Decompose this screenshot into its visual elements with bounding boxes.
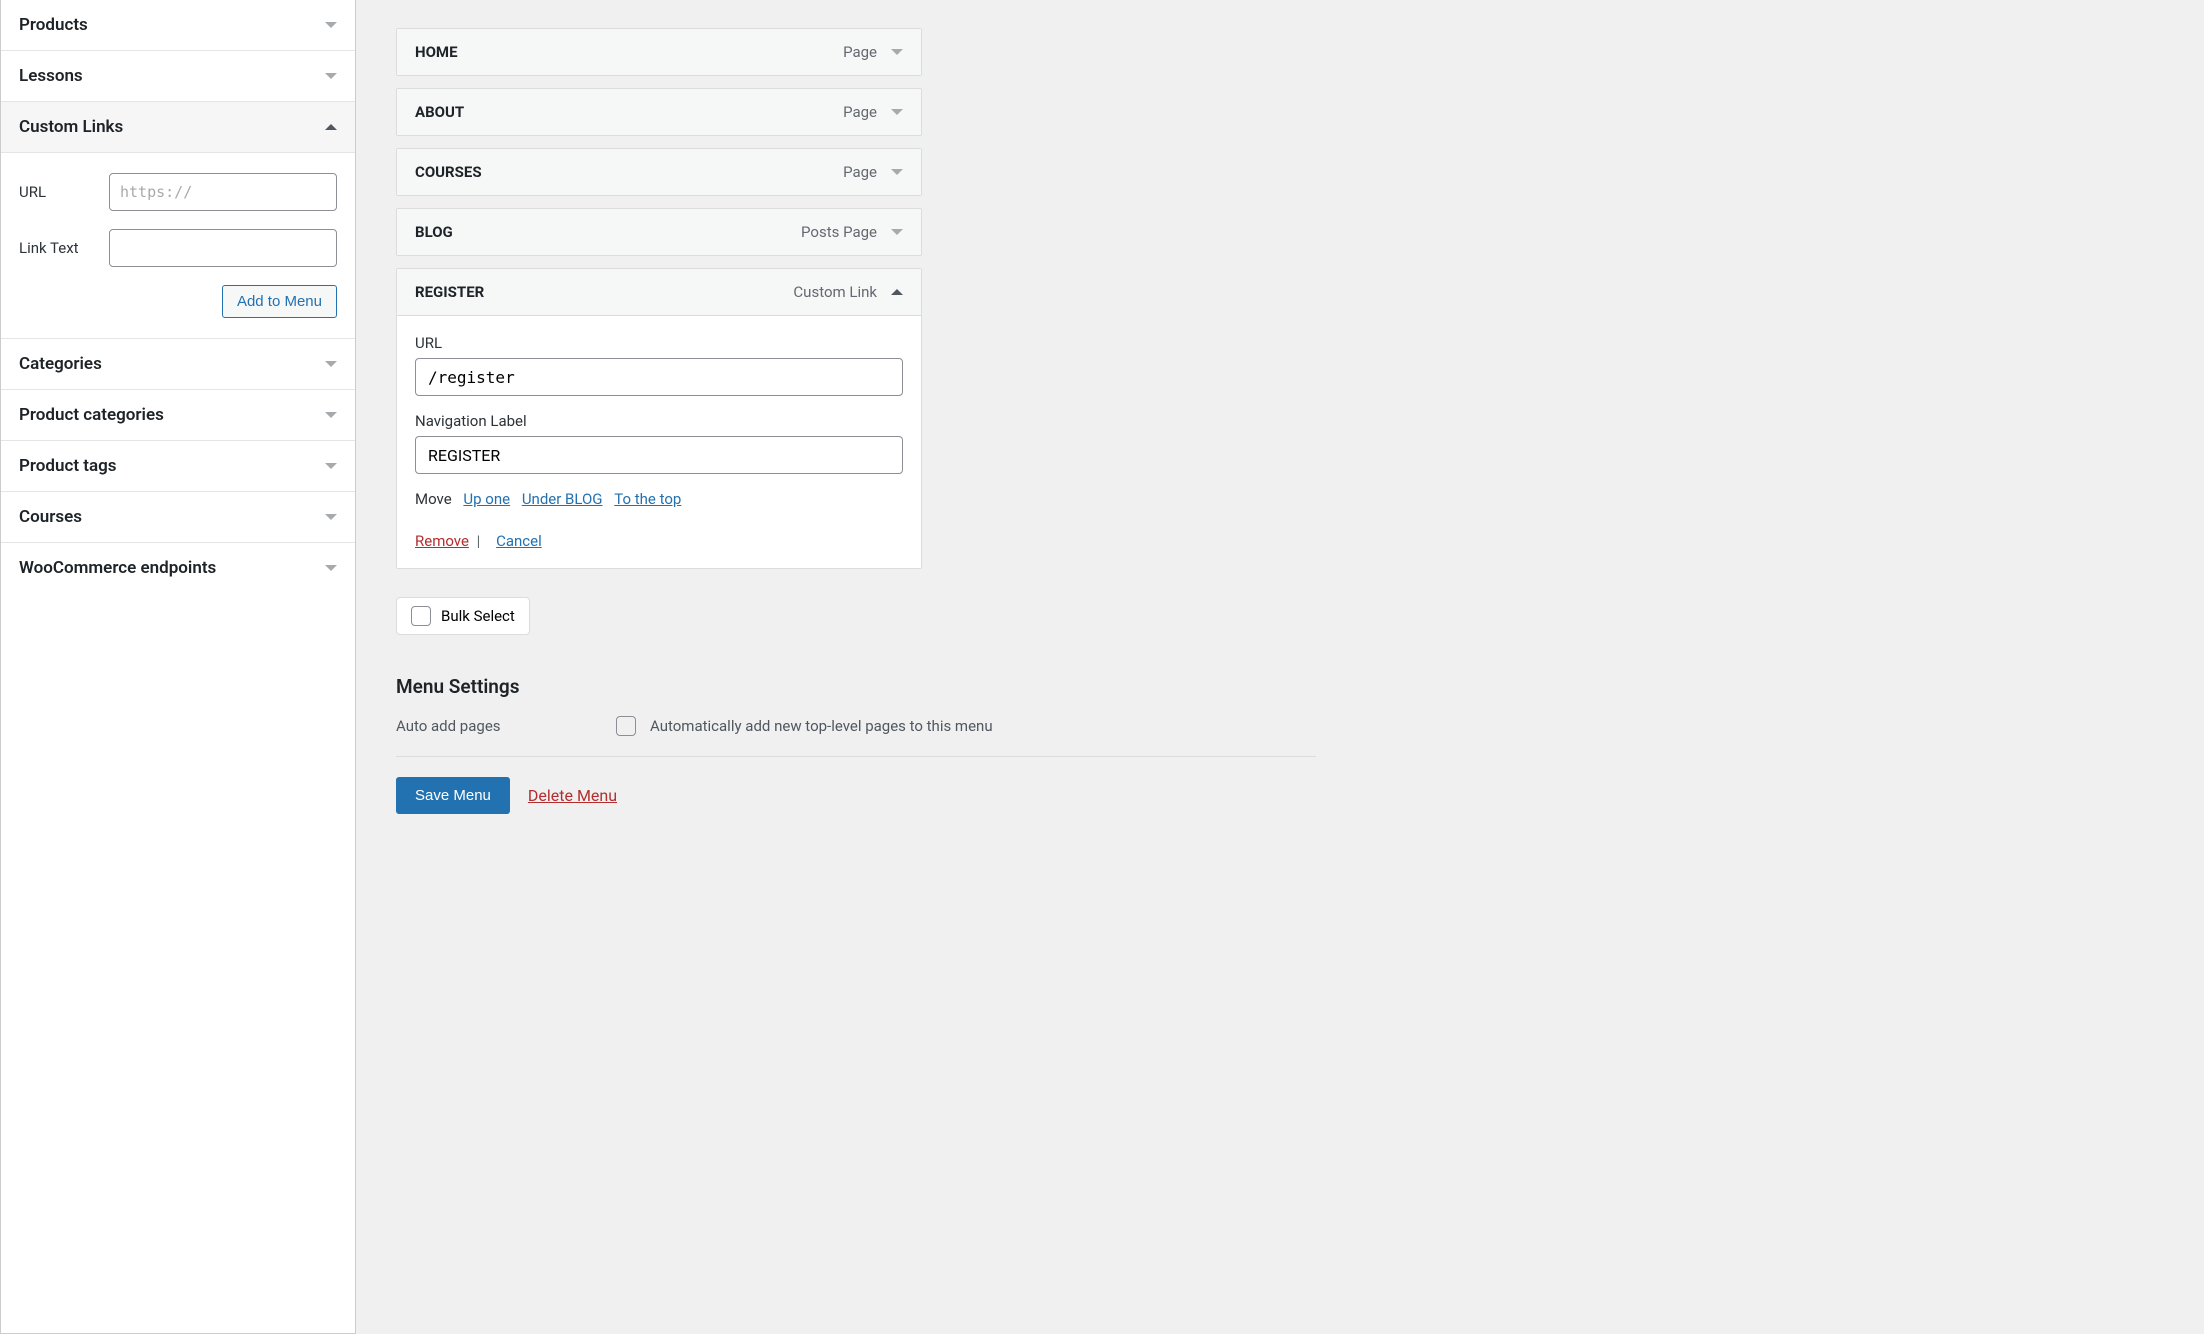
sidebar-label: Products	[19, 15, 88, 35]
menu-item-type: Page	[843, 163, 877, 181]
sidebar-item-woocommerce-endpoints[interactable]: WooCommerce endpoints	[1, 543, 355, 593]
sidebar-label: WooCommerce endpoints	[19, 558, 216, 578]
chevron-up-icon	[891, 289, 903, 295]
menu-item-title: ABOUT	[415, 103, 464, 121]
footer-bar: Save Menu Delete Menu	[396, 756, 1316, 814]
chevron-down-icon	[891, 49, 903, 55]
save-menu-button[interactable]: Save Menu	[396, 777, 510, 814]
menu-item-register: REGISTER Custom Link URL Navigation Labe…	[396, 268, 922, 569]
menu-item-type: Custom Link	[793, 283, 877, 301]
remove-link[interactable]: Remove	[415, 532, 469, 550]
menu-item-header[interactable]: HOME Page	[397, 29, 921, 75]
menu-item-header[interactable]: BLOG Posts Page	[397, 209, 921, 255]
custom-link-text-input[interactable]	[109, 229, 337, 267]
move-label: Move	[415, 490, 452, 508]
menu-item-blog: BLOG Posts Page	[396, 208, 922, 256]
cancel-link[interactable]: Cancel	[496, 532, 542, 550]
move-under-link[interactable]: Under BLOG	[522, 490, 603, 508]
menu-item-type: Page	[843, 43, 877, 61]
chevron-down-icon	[891, 169, 903, 175]
bulk-select-checkbox[interactable]	[411, 606, 431, 626]
move-top-link[interactable]: To the top	[614, 490, 681, 508]
menu-item-home: HOME Page	[396, 28, 922, 76]
sidebar-item-lessons[interactable]: Lessons	[1, 51, 355, 102]
menu-item-courses: COURSES Page	[396, 148, 922, 196]
chevron-down-icon	[325, 22, 337, 28]
add-to-menu-button[interactable]: Add to Menu	[222, 285, 337, 318]
sidebar-label: Product tags	[19, 456, 117, 476]
auto-add-pages-label: Auto add pages	[396, 717, 616, 735]
menu-item-header[interactable]: COURSES Page	[397, 149, 921, 195]
menu-item-title: REGISTER	[415, 283, 484, 301]
link-text-label: Link Text	[19, 239, 109, 257]
url-label: URL	[19, 183, 109, 201]
sidebar-item-product-categories[interactable]: Product categories	[1, 390, 355, 441]
menu-item-about: ABOUT Page	[396, 88, 922, 136]
sidebar-item-custom-links[interactable]: Custom Links	[1, 102, 355, 153]
custom-links-panel: URL Link Text Add to Menu	[1, 153, 355, 339]
menu-item-type: Page	[843, 103, 877, 121]
menu-item-url-input[interactable]	[415, 358, 903, 396]
bulk-select-label: Bulk Select	[441, 607, 515, 625]
menu-item-type: Posts Page	[801, 223, 877, 241]
chevron-down-icon	[325, 361, 337, 367]
chevron-down-icon	[891, 229, 903, 235]
chevron-down-icon	[891, 109, 903, 115]
sidebar-label: Custom Links	[19, 117, 123, 137]
menu-item-header[interactable]: REGISTER Custom Link	[397, 269, 921, 315]
chevron-up-icon	[325, 124, 337, 130]
menu-item-nav-label-input[interactable]	[415, 436, 903, 474]
custom-link-url-input[interactable]	[109, 173, 337, 211]
sidebar-item-categories[interactable]: Categories	[1, 339, 355, 390]
separator: |	[477, 532, 481, 550]
sidebar-label: Courses	[19, 507, 82, 527]
menu-item-header[interactable]: ABOUT Page	[397, 89, 921, 135]
bulk-select[interactable]: Bulk Select	[396, 597, 530, 635]
chevron-down-icon	[325, 514, 337, 520]
chevron-down-icon	[325, 412, 337, 418]
move-up-link[interactable]: Up one	[463, 490, 510, 508]
delete-menu-link[interactable]: Delete Menu	[528, 786, 617, 805]
auto-add-checkbox[interactable]	[616, 716, 636, 736]
chevron-down-icon	[325, 463, 337, 469]
sidebar-item-products[interactable]: Products	[1, 0, 355, 51]
auto-add-text: Automatically add new top-level pages to…	[650, 717, 993, 735]
chevron-down-icon	[325, 73, 337, 79]
menu-item-title: BLOG	[415, 223, 453, 241]
sidebar-item-product-tags[interactable]: Product tags	[1, 441, 355, 492]
menu-settings-title: Menu Settings	[396, 675, 1316, 698]
menu-item-title: COURSES	[415, 163, 482, 181]
sidebar-item-courses[interactable]: Courses	[1, 492, 355, 543]
menu-item-title: HOME	[415, 43, 458, 61]
sidebar-label: Lessons	[19, 66, 83, 86]
menu-item-body: URL Navigation Label Move Up one Under B…	[397, 315, 921, 568]
nav-label-field-label: Navigation Label	[415, 412, 903, 430]
sidebar-label: Categories	[19, 354, 102, 374]
chevron-down-icon	[325, 565, 337, 571]
url-field-label: URL	[415, 334, 903, 352]
sidebar-label: Product categories	[19, 405, 164, 425]
